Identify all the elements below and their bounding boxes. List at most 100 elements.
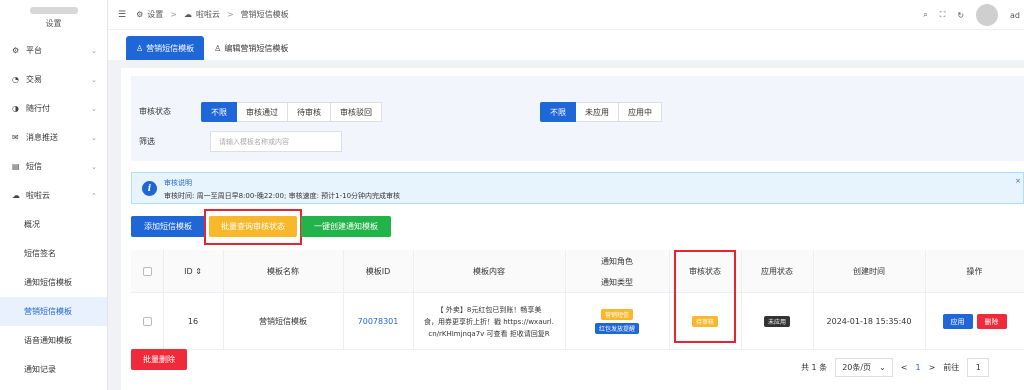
chevron-down-icon: ⌄ (91, 46, 97, 55)
sms-icon: ▤ (12, 162, 20, 171)
row-name: 营销短信模板 (259, 317, 307, 326)
row-id: 16 (187, 317, 199, 326)
page-number-current[interactable]: 1 (915, 363, 920, 372)
info-icon: i (142, 181, 157, 196)
user-name[interactable]: ad (1010, 11, 1020, 20)
breadcrumb: ⚙ 设置 > ☁ 啦啦云 > 营销短信模板 (136, 9, 289, 20)
header-created-time: 创建时间 (853, 267, 885, 276)
sidebar-item-sms[interactable]: ▤ 短信 ⌄ (0, 152, 107, 181)
tab-label: 营销短信模板 (146, 43, 195, 53)
filter-panel: 审核状态 不限 审核通过 待审核 审核驳回 不限 未应用 应用中 筛选 (131, 76, 1024, 161)
highlight-box (674, 250, 736, 343)
header-template-id: 模板ID (365, 267, 391, 276)
sidebar-item-label: 啦啦云 (26, 191, 50, 200)
header-content: 模板内容 (473, 267, 505, 276)
pay-icon: ◑ (12, 104, 19, 113)
column-divider (163, 250, 164, 350)
audit-option-approved[interactable]: 审核通过 (237, 102, 288, 122)
cloud-icon: ☁ (12, 191, 20, 200)
chevron-down-icon: ⌄ (91, 133, 97, 142)
sidebar-subitem-overview[interactable]: 概况 (0, 210, 107, 239)
highlight-box (204, 209, 302, 245)
breadcrumb-item[interactable]: 设置 (147, 9, 163, 20)
one-click-create-button[interactable]: 一键创建通知模板 (301, 216, 391, 237)
next-page-button[interactable]: > (929, 363, 936, 372)
page-size-select[interactable]: 20条/页 ⌄ (835, 357, 893, 377)
row-content-line: 【 外卖】8元红包已到账！畅享美 (436, 305, 542, 314)
topbar-actions: ⌕ ⛶ ↻ ad (923, 0, 1024, 30)
sidebar-item-label: 短信 (26, 162, 42, 171)
close-icon[interactable]: × (1015, 177, 1021, 185)
column-divider (565, 250, 566, 350)
row-role-type: 营销短信 红包发放提醒 (565, 293, 669, 350)
search-icon[interactable]: ⌕ (923, 10, 927, 20)
sidebar-item-cloud[interactable]: ☁ 啦啦云 ⌃ (0, 181, 107, 210)
sidebar-subitem-voice-template[interactable]: 语音通知模板 (0, 326, 107, 355)
header-operations: 操作 (966, 267, 983, 276)
delete-button[interactable]: 删除 (976, 314, 1007, 329)
prev-page-button[interactable]: < (901, 363, 908, 372)
sidebar-item-pay[interactable]: ◑ 随行付 ⌄ (0, 94, 107, 123)
logo: 设置 (0, 0, 107, 36)
select-all-checkbox[interactable] (142, 267, 152, 276)
collapse-menu-icon[interactable]: ☰ (118, 10, 126, 20)
fullscreen-icon[interactable]: ⛶ (940, 10, 946, 20)
sort-icon[interactable]: ⇕ (195, 267, 202, 276)
exchange-icon: ◔ (12, 75, 19, 84)
apply-button[interactable]: 应用 (942, 314, 973, 329)
column-divider (223, 250, 224, 350)
batch-delete-button[interactable]: 批量删除 (131, 349, 187, 370)
refresh-icon[interactable]: ↻ (957, 11, 964, 20)
gear-icon: ⚙ (12, 46, 20, 55)
apply-status-badge: 未应用 (763, 316, 790, 327)
apply-option-applied[interactable]: 应用中 (619, 102, 662, 122)
topbar: ☰ ⚙ 设置 > ☁ 啦啦云 > 营销短信模板 ⌕ ⛶ ↻ ad (108, 0, 1024, 30)
apply-status-group: 不限 未应用 应用中 (540, 102, 662, 122)
chevron-down-icon: ⌄ (879, 362, 886, 372)
header-id[interactable]: ID ⇕ (163, 250, 223, 293)
cloud-icon: ☁ (183, 10, 192, 19)
apply-option-unapplied[interactable]: 未应用 (576, 102, 619, 122)
column-divider (813, 250, 814, 350)
sidebar-item-push[interactable]: ✉ 消息推送 ⌄ (0, 123, 107, 152)
audit-option-all[interactable]: 不限 (201, 102, 237, 122)
audit-notice: i 审核说明 审核时间: 周一至周日早8:00-晚22:00; 审核速度: 预计… (131, 172, 1024, 204)
row-template-id-link[interactable]: 70078301 (343, 293, 413, 350)
sidebar-item-trade[interactable]: ◔ 交易 ⌄ (0, 65, 107, 94)
main-content: 审核状态 不限 审核通过 待审核 审核驳回 不限 未应用 应用中 筛选 i 审核… (121, 68, 1024, 390)
tab-edit-marketing-template[interactable]: ♙ 编辑营销短信模板 (204, 36, 298, 60)
breadcrumb-separator: > (226, 10, 234, 19)
row-content-line: cn/rKHImjnqa7v 可查看 拒收请回复R (428, 329, 550, 338)
sidebar-subitem-marketing-template[interactable]: 营销短信模板 (0, 297, 107, 326)
goto-input[interactable]: 1 (967, 357, 990, 377)
column-divider (669, 250, 670, 350)
sidebar-item-label: 随行付 (26, 104, 50, 113)
sidebar-subitem-notify-log[interactable]: 通知记录 (0, 355, 107, 384)
column-divider (413, 250, 414, 350)
row-checkbox[interactable] (142, 317, 152, 326)
row-select-cell (131, 293, 163, 350)
sidebar-item-label: 平台 (26, 46, 42, 55)
audit-status-group: 不限 审核通过 待审核 审核驳回 (201, 102, 382, 122)
sidebar-subitem-notify-template[interactable]: 通知短信模板 (0, 268, 107, 297)
row-content-line: 食，用券更享折上折！戳 https://wxaurl. (424, 317, 554, 326)
avatar[interactable] (976, 4, 999, 26)
breadcrumb-item[interactable]: 啦啦云 (196, 9, 220, 20)
header-id-label: ID (184, 267, 193, 276)
notice-text: 审核时间: 周一至周日早8:00-晚22:00; 审核速度: 预计1-10分钟内… (164, 192, 401, 200)
type-tag: 红包发放提醒 (594, 323, 639, 334)
audit-status-label: 审核状态 (139, 107, 171, 116)
row-operations: 应用 删除 (925, 293, 1024, 350)
sidebar-item-platform[interactable]: ⚙ 平台 ⌄ (0, 36, 107, 65)
apply-option-all[interactable]: 不限 (540, 102, 576, 122)
role-tag: 营销短信 (600, 309, 633, 320)
tab-marketing-template[interactable]: ♙ 营销短信模板 (126, 36, 205, 60)
search-input[interactable] (210, 131, 342, 152)
row-content: 【 外卖】8元红包已到账！畅享美 食，用券更享折上折！戳 https://wxa… (413, 293, 565, 350)
sidebar-subitem-signature[interactable]: 短信签名 (0, 239, 107, 268)
chevron-down-icon: ⌄ (91, 104, 97, 113)
audit-option-pending[interactable]: 待审核 (288, 102, 331, 122)
audit-option-rejected[interactable]: 审核驳回 (331, 102, 382, 122)
push-icon: ✉ (12, 133, 19, 142)
add-template-button[interactable]: 添加短信模板 (131, 216, 205, 237)
